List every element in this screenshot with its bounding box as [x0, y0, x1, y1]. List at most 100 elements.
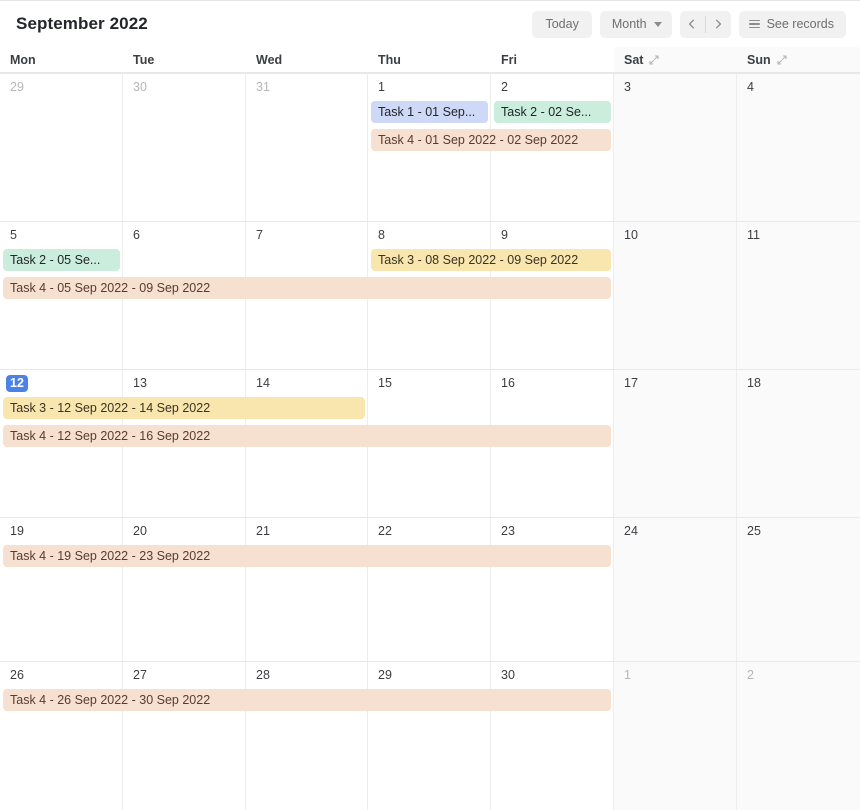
- calendar-event[interactable]: Task 2 - 05 Se...: [3, 249, 120, 271]
- chevron-right-icon: [716, 19, 722, 29]
- view-mode-label: Month: [611, 17, 647, 31]
- prev-period-button[interactable]: [680, 11, 705, 38]
- week-day-cells: 19 20 21 22 23 24 25: [0, 518, 860, 661]
- day-number: 13: [133, 376, 147, 390]
- calendar-event[interactable]: Task 3 - 12 Sep 2022 - 14 Sep 2022: [3, 397, 365, 419]
- calendar-week-row: 19 20 21 22 23 24 25 Task 4 - 19 Sep 2022 - 23 …: [0, 518, 860, 662]
- day-cell[interactable]: 25: [737, 518, 860, 661]
- day-number: 30: [133, 80, 147, 94]
- weekday-header-sun: Sun: [737, 47, 860, 72]
- weekday-label: Mon: [10, 52, 36, 67]
- day-cell[interactable]: 1: [614, 662, 737, 810]
- day-number: 23: [501, 524, 515, 538]
- weekday-header-tue: Tue: [123, 47, 246, 72]
- day-number: 2: [747, 668, 754, 682]
- day-number: 19: [10, 524, 24, 538]
- day-number: 22: [378, 524, 392, 538]
- collapse-column-icon[interactable]: [649, 54, 660, 65]
- day-number: 2: [501, 80, 508, 94]
- day-number: 18: [747, 376, 761, 390]
- day-cell[interactable]: 26: [0, 662, 123, 810]
- calendar-app: September 2022 Today Month See records M…: [0, 0, 860, 810]
- calendar-event[interactable]: Task 3 - 08 Sep 2022 - 09 Sep 2022: [371, 249, 611, 271]
- calendar-grid: 29 30 31 1 2 3 4 Task 1 - 01 Sep... Task 2 - 02 …: [0, 73, 860, 810]
- day-number: 11: [747, 228, 760, 242]
- weekday-header-row: Mon Tue Wed Thu Fri Sat Sun: [0, 47, 860, 73]
- weekday-label: Tue: [133, 52, 155, 67]
- day-cell[interactable]: 17: [614, 370, 737, 517]
- day-number: 5: [10, 228, 17, 242]
- day-number: 15: [378, 376, 392, 390]
- see-records-button[interactable]: See records: [738, 10, 846, 38]
- day-cell[interactable]: 2: [737, 662, 860, 810]
- see-records-label: See records: [766, 17, 834, 31]
- day-number: 24: [624, 524, 638, 538]
- day-number: 27: [133, 668, 147, 682]
- day-number: 6: [133, 228, 140, 242]
- day-number: 26: [10, 668, 24, 682]
- collapse-column-icon[interactable]: [777, 54, 787, 65]
- chevron-down-icon: [653, 21, 662, 27]
- weekday-header-thu: Thu: [368, 47, 491, 72]
- next-period-button[interactable]: [706, 11, 731, 38]
- weekday-header-fri: Fri: [491, 47, 614, 72]
- toolbar-actions: Today Month See records: [532, 10, 846, 38]
- calendar-event[interactable]: Task 4 - 26 Sep 2022 - 30 Sep 2022: [3, 689, 611, 711]
- day-cell[interactable]: 20: [123, 518, 246, 661]
- day-cell[interactable]: 23: [491, 518, 614, 661]
- day-cell[interactable]: 19: [0, 518, 123, 661]
- day-cell[interactable]: 11: [737, 222, 860, 369]
- day-number: 30: [501, 668, 515, 682]
- day-number: 20: [133, 524, 147, 538]
- day-cell[interactable]: 22: [368, 518, 491, 661]
- day-cell[interactable]: 27: [123, 662, 246, 810]
- day-cell[interactable]: 30: [123, 74, 246, 221]
- day-cell[interactable]: 21: [246, 518, 368, 661]
- weekday-label: Sun: [747, 52, 771, 67]
- chevron-left-icon: [689, 19, 695, 29]
- day-cell[interactable]: 24: [614, 518, 737, 661]
- day-number: 14: [256, 376, 270, 390]
- calendar-event[interactable]: Task 4 - 05 Sep 2022 - 09 Sep 2022: [3, 277, 611, 299]
- weekday-header-sat: Sat: [614, 47, 737, 72]
- view-mode-dropdown[interactable]: Month: [599, 10, 672, 38]
- day-number: 17: [624, 376, 638, 390]
- day-cell[interactable]: 31: [246, 74, 368, 221]
- day-cell[interactable]: 4: [737, 74, 860, 221]
- day-cell[interactable]: 10: [614, 222, 737, 369]
- calendar-event[interactable]: Task 1 - 01 Sep...: [371, 101, 488, 123]
- day-number: 4: [747, 80, 754, 94]
- day-cell[interactable]: 29: [368, 662, 491, 810]
- calendar-toolbar: September 2022 Today Month See records: [0, 1, 860, 47]
- list-icon: [748, 19, 760, 29]
- day-cell[interactable]: 18: [737, 370, 860, 517]
- day-number: 8: [378, 228, 385, 242]
- day-number-today: 12: [6, 375, 28, 392]
- date-nav-group: [679, 10, 731, 38]
- day-number: 3: [624, 80, 631, 94]
- calendar-event[interactable]: Task 4 - 19 Sep 2022 - 23 Sep 2022: [3, 545, 611, 567]
- day-cell[interactable]: 3: [614, 74, 737, 221]
- day-number: 7: [256, 228, 263, 242]
- weekday-label: Sat: [624, 52, 644, 67]
- calendar-event[interactable]: Task 4 - 12 Sep 2022 - 16 Sep 2022: [3, 425, 611, 447]
- calendar-week-row: 26 27 28 29 30 1 2 Task 4 - 26 Sep 2022 - 30 Se…: [0, 662, 860, 810]
- weekday-label: Wed: [256, 52, 283, 67]
- day-cell[interactable]: 29: [0, 74, 123, 221]
- calendar-week-row: 5 6 7 8 9 10 11 Task 2 - 05 Se... Task 3 - 08 Se…: [0, 222, 860, 370]
- day-number: 31: [256, 80, 270, 94]
- weekday-header-mon: Mon: [0, 47, 123, 72]
- weekday-label: Fri: [501, 52, 517, 67]
- calendar-week-row: 12 13 14 15 16 17 18 Task 3 - 12 Sep 2022 - 14 …: [0, 370, 860, 518]
- day-number: 29: [10, 80, 24, 94]
- day-number: 16: [501, 376, 515, 390]
- calendar-event[interactable]: Task 2 - 02 Se...: [494, 101, 611, 123]
- day-cell[interactable]: 28: [246, 662, 368, 810]
- day-cell[interactable]: 30: [491, 662, 614, 810]
- day-number: 1: [378, 80, 385, 94]
- today-button[interactable]: Today: [532, 10, 592, 38]
- calendar-week-row: 29 30 31 1 2 3 4 Task 1 - 01 Sep... Task 2 - 02 …: [0, 74, 860, 222]
- calendar-event[interactable]: Task 4 - 01 Sep 2022 - 02 Sep 2022: [371, 129, 611, 151]
- week-day-cells: 26 27 28 29 30 1 2: [0, 662, 860, 810]
- day-number: 25: [747, 524, 761, 538]
